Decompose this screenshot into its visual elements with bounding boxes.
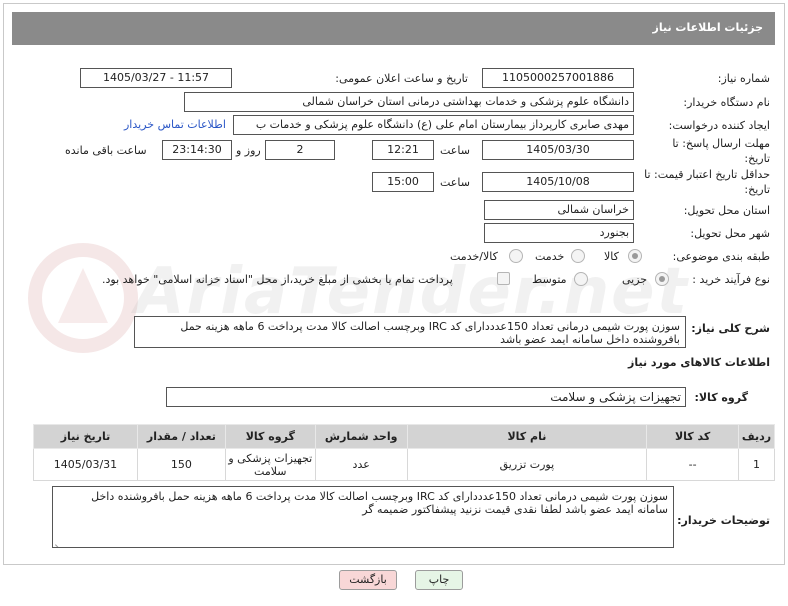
- category-service-label: خدمت: [535, 250, 565, 263]
- treasury-payment-note: پرداخت تمام یا بخشی از مبلغ خرید،از محل …: [102, 273, 453, 286]
- category-goods-radio[interactable]: [628, 249, 642, 263]
- buyer-notes-box: سوزن پورت شیمی درمانی تعداد 150عدددارای …: [52, 486, 674, 548]
- delivery-city-label: شهر محل تحویل:: [690, 227, 770, 240]
- validity-time-label: ساعت: [440, 176, 470, 189]
- category-goods-label: کالا: [604, 250, 619, 263]
- cell-need-date: 1405/03/31: [33, 448, 138, 481]
- general-description-text: سوزن پورت شیمی درمانی تعداد 150عدددارای …: [180, 320, 680, 346]
- process-minor-radio[interactable]: [655, 272, 669, 286]
- buyer-notes-label: توضیحات خریدار:: [677, 514, 770, 527]
- delivery-province-field: خراسان شمالی: [484, 200, 634, 220]
- category-goods-service-label: کالا/خدمت: [450, 250, 498, 263]
- general-description-box: سوزن پورت شیمی درمانی تعداد 150عدددارای …: [134, 316, 686, 348]
- back-button[interactable]: بازگشت: [339, 570, 397, 590]
- col-goods-group: گروه کالا: [224, 424, 316, 449]
- announce-datetime-field: 1405/03/27 - 11:57: [80, 68, 232, 88]
- page-header: جزئیات اطلاعات نیاز: [12, 12, 775, 45]
- purchase-process-label: نوع فرآیند خرید :: [692, 273, 770, 286]
- goods-group-field: تجهیزات پزشکی و سلامت: [166, 387, 686, 407]
- price-validity-label: حداقل تاریخ اعتبار قیمت: تا تاریخ:: [644, 168, 770, 196]
- need-number-field: 1105000257001886: [482, 68, 634, 88]
- category-service-radio[interactable]: [571, 249, 585, 263]
- goods-table: ردیف کد کالا نام کالا واحد شمارش گروه کا…: [33, 424, 775, 481]
- reply-deadline-label: مهلت ارسال پاسخ: تا تاریخ:: [672, 137, 770, 165]
- col-goods-name: نام کالا: [406, 424, 648, 449]
- buyer-org-label: نام دستگاه خریدار:: [683, 96, 770, 109]
- resize-grip-icon[interactable]: [55, 537, 63, 545]
- process-medium-label: متوسط: [532, 273, 567, 286]
- goods-info-heading: اطلاعات کالاهای مورد نیاز: [628, 356, 770, 369]
- reply-days-field: 2: [265, 140, 335, 160]
- col-need-date: تاریخ نیاز: [33, 424, 138, 449]
- contact-buyer-link[interactable]: اطلاعات تماس خریدار: [124, 118, 226, 131]
- cell-goods-name: پورت تزریق: [406, 448, 648, 481]
- general-description-label: شرح کلی نیاز:: [691, 322, 770, 335]
- need-number-label: شماره نیاز:: [717, 72, 770, 85]
- col-quantity: تعداد / مقدار: [136, 424, 226, 449]
- buyer-org-field: دانشگاه علوم پزشکی و خدمات بهداشتی درمان…: [184, 92, 634, 112]
- cell-goods-code: --: [646, 448, 740, 481]
- treasury-payment-checkbox[interactable]: [497, 272, 510, 285]
- reply-time-field: 12:21: [372, 140, 434, 160]
- cell-unit: عدد: [314, 448, 408, 481]
- day-and-label: روز و: [236, 144, 261, 157]
- col-unit: واحد شمارش: [314, 424, 408, 449]
- requester-label: ایجاد کننده درخواست:: [668, 119, 770, 132]
- table-row: 1 -- پورت تزریق عدد تجهیزات پزشکی و سلام…: [33, 448, 775, 481]
- validity-date-field: 1405/10/08: [482, 172, 634, 192]
- cell-row-number: 1: [738, 448, 775, 481]
- cell-goods-group: تجهیزات پزشکی و سلامت: [224, 448, 316, 481]
- reply-time-label: ساعت: [440, 144, 470, 157]
- print-button[interactable]: چاپ: [415, 570, 463, 590]
- page-title: جزئیات اطلاعات نیاز: [652, 21, 764, 34]
- reply-date-field: 1405/03/30: [482, 140, 634, 160]
- goods-group-label: گروه کالا:: [694, 391, 748, 404]
- validity-time-field: 15:00: [372, 172, 434, 192]
- requester-field: مهدی صابری کارپرداز بیمارستان امام علی (…: [233, 115, 634, 135]
- announce-datetime-label: تاریخ و ساعت اعلان عمومی:: [335, 72, 468, 85]
- remaining-time-label: ساعت باقی مانده: [65, 144, 147, 157]
- cell-quantity: 150: [136, 448, 226, 481]
- process-minor-label: جزیی: [622, 273, 648, 286]
- buyer-notes-text: سوزن پورت شیمی درمانی تعداد 150عدددارای …: [91, 490, 668, 516]
- process-medium-radio[interactable]: [574, 272, 588, 286]
- delivery-city-field: بجنورد: [484, 223, 634, 243]
- category-goods-service-radio[interactable]: [509, 249, 523, 263]
- goods-table-header: ردیف کد کالا نام کالا واحد شمارش گروه کا…: [33, 424, 775, 449]
- delivery-province-label: استان محل تحویل:: [683, 204, 770, 217]
- col-goods-code: کد کالا: [646, 424, 740, 449]
- remaining-time-field: 23:14:30: [162, 140, 232, 160]
- col-row-number: ردیف: [738, 424, 775, 449]
- category-label: طبقه بندی موضوعی:: [672, 250, 770, 263]
